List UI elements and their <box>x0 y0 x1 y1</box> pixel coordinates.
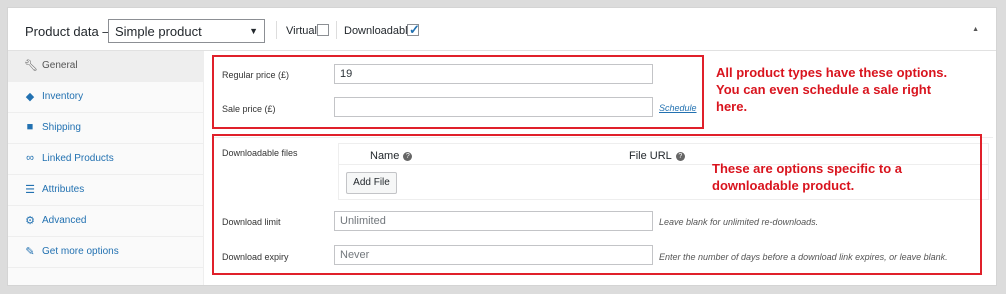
product-type-select[interactable]: Simple product ▼ <box>108 19 265 43</box>
tab-inventory[interactable]: ◆ Inventory <box>8 82 204 113</box>
downloadable-label: Downloadable: <box>344 25 417 37</box>
list-icon: ☰ <box>25 184 35 196</box>
product-data-header: Product data — Simple product ▼ Virtual:… <box>8 8 996 51</box>
virtual-label: Virtual: <box>286 25 321 37</box>
downloadable-checkbox[interactable] <box>407 22 420 38</box>
annotation-line: These are options specific to a <box>712 161 902 176</box>
truck-icon: ■ <box>26 121 34 133</box>
product-type-value: Simple product <box>115 24 202 39</box>
collapse-toggle-icon[interactable]: ▲ <box>972 26 979 33</box>
tab-label: Shipping <box>42 122 81 133</box>
tab-get-more-options[interactable]: ✎ Get more options <box>8 237 204 268</box>
annotation-line: here. <box>716 99 748 114</box>
tab-shipping[interactable]: ■ Shipping <box>8 113 204 144</box>
tag-icon: ◆ <box>25 91 35 103</box>
tab-label: Get more options <box>42 246 119 257</box>
panel-title: Product data — <box>25 24 116 39</box>
downloadable-options-highlight <box>212 134 982 275</box>
tab-label: Inventory <box>42 91 84 102</box>
divider <box>336 21 337 39</box>
tab-advanced[interactable]: ⚙ Advanced <box>8 206 204 237</box>
wrench-icon: 🔧︎ <box>24 60 38 72</box>
tab-attributes[interactable]: ☰ Attributes <box>8 175 204 206</box>
product-data-tabs: 🔧︎ General ◆ Inventory ■ Shipping ∞ Link… <box>8 51 204 285</box>
annotation-general: All product types have these options. Yo… <box>716 64 1001 115</box>
gear-icon: ⚙ <box>25 215 35 227</box>
tab-linked-products[interactable]: ∞ Linked Products <box>8 144 204 175</box>
plugin-icon: ✎ <box>25 246 35 258</box>
tab-label: Linked Products <box>42 153 114 164</box>
annotation-downloadable: These are options specific to a download… <box>712 160 977 194</box>
divider <box>276 21 277 39</box>
annotation-line: downloadable product. <box>712 178 855 193</box>
tab-general[interactable]: 🔧︎ General <box>8 51 204 82</box>
tab-label: Advanced <box>42 215 87 226</box>
tab-label: Attributes <box>42 184 85 195</box>
annotation-line: You can even schedule a sale right <box>716 82 932 97</box>
annotation-line: All product types have these options. <box>716 65 948 80</box>
general-options-highlight <box>212 55 704 129</box>
tab-label: General <box>42 60 78 71</box>
chevron-down-icon: ▼ <box>249 26 258 36</box>
link-icon: ∞ <box>26 152 34 164</box>
virtual-checkbox[interactable] <box>317 24 329 36</box>
